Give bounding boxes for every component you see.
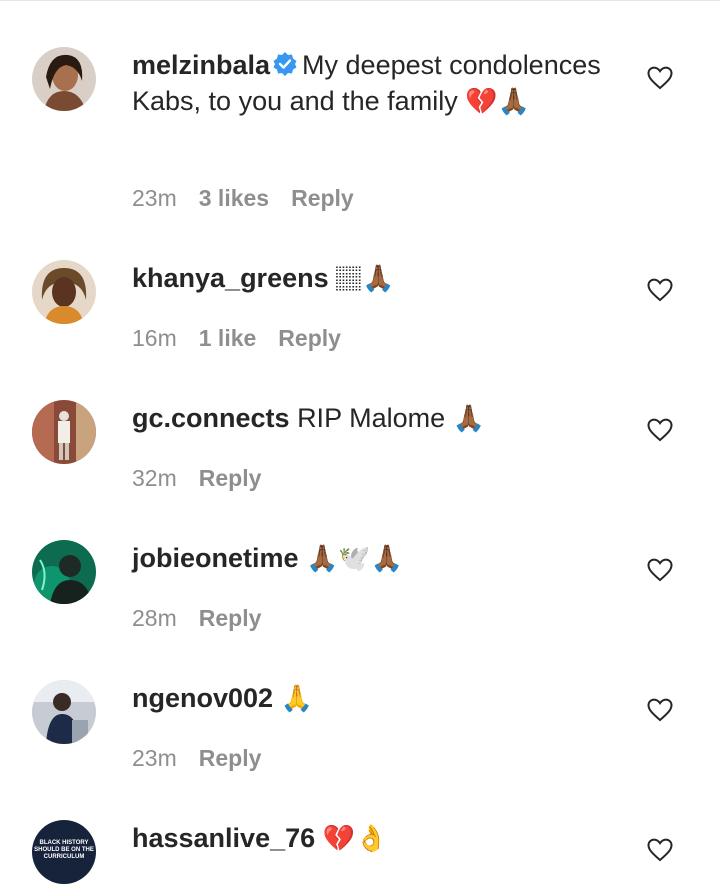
- heart-outline-icon[interactable]: [646, 696, 674, 724]
- comment-time: 32m: [132, 465, 177, 491]
- comment-emojis: 🙏🏾🕊️🙏🏾: [306, 544, 404, 574]
- avatar[interactable]: BLACK HISTORY SHOULD BE ON THE CURRICULU…: [32, 820, 96, 884]
- reply-button[interactable]: Reply: [199, 605, 262, 631]
- comment-time: 28m: [132, 605, 177, 631]
- comment-meta: 23m 3 likes Reply: [132, 183, 376, 213]
- avatar[interactable]: [32, 400, 96, 464]
- comment-username[interactable]: melzinbala: [132, 50, 270, 80]
- comment-emojis: 💔🙏🏾: [465, 87, 530, 117]
- comment-username[interactable]: ngenov002: [132, 683, 273, 713]
- verified-badge-icon: [273, 52, 297, 76]
- reply-button[interactable]: Reply: [291, 185, 354, 211]
- comment-text: gc.connects RIP Malome 🙏🏾: [132, 400, 602, 437]
- comment-text: khanya_greens 🏽🙏🏾: [132, 260, 602, 297]
- heart-outline-icon[interactable]: [646, 276, 674, 304]
- avatar[interactable]: [32, 680, 96, 744]
- reply-button[interactable]: Reply: [199, 745, 262, 771]
- comment-likes[interactable]: 3 likes: [199, 185, 269, 211]
- avatar[interactable]: [32, 47, 96, 111]
- comment-text: ngenov002 🙏: [132, 680, 602, 717]
- comment-username[interactable]: gc.connects: [132, 403, 290, 433]
- comments-list: melzinbala My deepest condolences Kabs, t…: [0, 0, 720, 884]
- comment-meta: 28m Reply: [132, 603, 283, 633]
- heart-outline-icon[interactable]: [646, 64, 674, 92]
- comment-text: jobieonetime 🙏🏾🕊️🙏🏾: [132, 540, 602, 577]
- avatar-text: BLACK HISTORY SHOULD BE ON THE CURRICULU…: [34, 840, 94, 860]
- heart-outline-icon[interactable]: [646, 836, 674, 864]
- avatar[interactable]: [32, 540, 96, 604]
- comment-username[interactable]: khanya_greens: [132, 263, 329, 293]
- avatar[interactable]: [32, 260, 96, 324]
- comment-text: hassanlive_76 💔👌: [132, 820, 602, 857]
- comment-time: 23m: [132, 185, 177, 211]
- comment-time: 16m: [132, 325, 177, 351]
- comment-meta: 23m Reply: [132, 743, 283, 773]
- comment-time: 23m: [132, 745, 177, 771]
- comment-emojis: 🙏: [280, 684, 313, 714]
- comment-username[interactable]: jobieonetime: [132, 543, 299, 573]
- comment-username[interactable]: hassanlive_76: [132, 823, 315, 853]
- reply-button[interactable]: Reply: [199, 465, 262, 491]
- comment-message: RIP Malome: [297, 403, 446, 433]
- heart-outline-icon[interactable]: [646, 416, 674, 444]
- comment-meta: 32m Reply: [132, 463, 283, 493]
- comment-meta: 16m 1 like Reply: [132, 323, 363, 353]
- comment-emojis: 🏽🙏🏾: [336, 264, 395, 294]
- heart-outline-icon[interactable]: [646, 556, 674, 584]
- comment-emojis: 💔👌: [322, 824, 388, 854]
- comment-text: melzinbala My deepest condolences Kabs, t…: [132, 47, 602, 120]
- reply-button[interactable]: Reply: [278, 325, 341, 351]
- comment-emojis: 🙏🏾: [452, 404, 486, 434]
- comment-likes[interactable]: 1 like: [199, 325, 257, 351]
